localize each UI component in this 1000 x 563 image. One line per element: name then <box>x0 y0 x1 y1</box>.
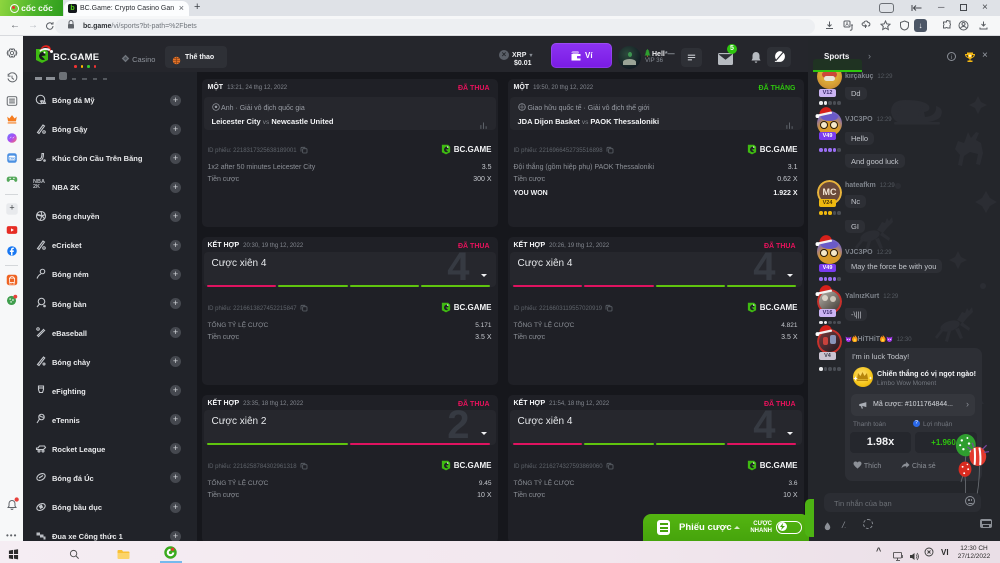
svg-text:Zalo: Zalo <box>8 156 15 160</box>
svg-text:12.12: 12.12 <box>8 281 15 285</box>
